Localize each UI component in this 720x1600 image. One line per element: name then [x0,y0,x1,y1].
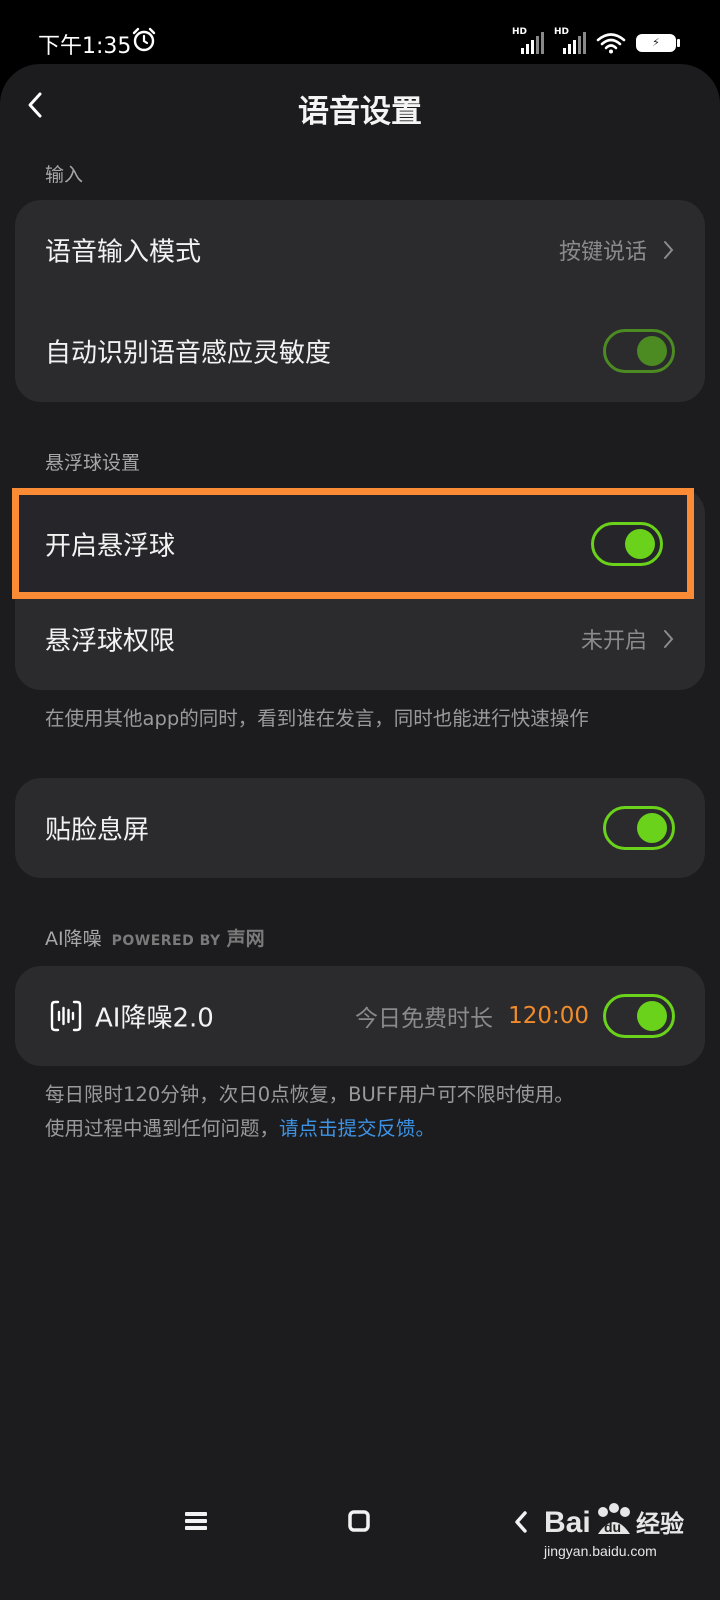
auto-sensitivity-row: 自动识别语音感应灵敏度 [15,301,705,401]
ai-noise-note-line1: 每日限时120分钟，次日0点恢复，BUFF用户可不限时使用。 [45,1083,574,1106]
alarm-clock-icon [132,27,156,52]
svg-text:du: du [604,1519,621,1535]
voice-input-mode-value: 按键说话 [558,240,647,265]
status-icons: HD HD ⚡ [512,27,680,54]
status-time: 下午1:35 [38,34,132,59]
menu-icon[interactable] [185,1511,207,1531]
ai-noise-row: AI降噪2.0 今日免费时长 120:00 [15,966,705,1066]
toggle-knob [637,336,667,366]
ai-noise-note-line2: 使用过程中遇到任何问题，请点击提交反馈。 [45,1112,574,1146]
chevron-right-icon [664,241,674,259]
toggle-knob [625,528,655,559]
page-title: 语音设置 [298,94,422,130]
system-nav-bar: Bai du 经验 jingyan.baidu.com [0,1480,720,1600]
feedback-link[interactable]: 请点击提交反馈。 [279,1117,435,1140]
section-header-floating-ball: 悬浮球设置 [45,452,141,474]
ai-noise-note: 每日限时120分钟，次日0点恢复，BUFF用户可不限时使用。 使用过程中遇到任何… [45,1078,574,1146]
floating-ball-note: 在使用其他app的同时，看到谁在发言，同时也能进行快速操作 [45,707,589,730]
nav-back-icon[interactable] [513,1510,529,1534]
ai-noise-toggle[interactable] [603,994,675,1038]
signal-icon-2: HD [554,27,586,54]
signal-icon: HD [512,27,544,54]
baidu-jingyan-watermark: Bai du 经验 jingyan.baidu.com [543,1503,684,1559]
voice-input-mode-label: 语音输入模式 [45,237,202,268]
paw-icon: du [598,1503,630,1535]
toggle-knob [637,813,667,843]
floating-ball-permission-value: 未开启 [580,629,647,654]
sound-wave-icon [50,1000,82,1032]
floating-ball-permission-label: 悬浮球权限 [45,626,176,657]
face-screen-row: 贴脸息屏 [15,778,705,878]
toggle-knob [637,1001,667,1031]
enable-floating-ball-toggle[interactable] [591,521,663,566]
section-header-ai-noise: AI降噪 POWERED BY 声网 [45,924,265,951]
powered-by-label: POWERED BY [111,933,221,949]
enable-floating-ball-label: 开启悬浮球 [45,531,176,561]
wifi-icon [596,33,626,54]
watermark-brand-cn: 经验 [636,1510,684,1538]
battery-icon: ⚡ [636,34,680,52]
auto-sensitivity-toggle[interactable] [603,329,675,373]
section-header-input: 输入 [45,164,84,186]
face-screen-toggle[interactable] [603,806,675,850]
floating-ball-permission-row[interactable]: 悬浮球权限 未开启 [15,589,705,689]
voice-settings-screen: 语音设置 输入 语音输入模式 按键说话 自动识别语音感应灵敏度 悬浮球设置 悬浮… [0,64,720,1600]
free-duration-value: 120:00 [508,1003,589,1029]
watermark-url: jingyan.baidu.com [543,1543,657,1559]
home-icon[interactable] [348,1510,370,1532]
face-screen-card: 贴脸息屏 [15,778,705,878]
status-bar: 下午1:35 HD HD ⚡ [0,0,720,68]
enable-floating-ball-row: 开启悬浮球 [12,488,694,599]
powered-brand-label: 声网 [226,928,265,950]
face-screen-label: 贴脸息屏 [45,815,150,846]
free-duration-label: 今日免费时长 [355,1006,493,1032]
battery-charging-label: ⚡ [652,36,660,49]
auto-sensitivity-label: 自动识别语音感应灵敏度 [45,338,332,369]
ai-noise-note-prefix: 使用过程中遇到任何问题， [45,1117,280,1140]
ai-noise-header-label: AI降噪 [45,928,102,950]
input-settings-card: 语音输入模式 按键说话 自动识别语音感应灵敏度 [15,200,705,402]
ai-noise-card: AI降噪2.0 今日免费时长 120:00 [15,966,705,1066]
watermark-brand: Bai [544,1506,591,1539]
ai-noise-label: AI降噪2.0 [95,1003,214,1034]
chevron-right-icon [664,630,674,648]
voice-input-mode-row[interactable]: 语音输入模式 按键说话 [15,200,705,300]
